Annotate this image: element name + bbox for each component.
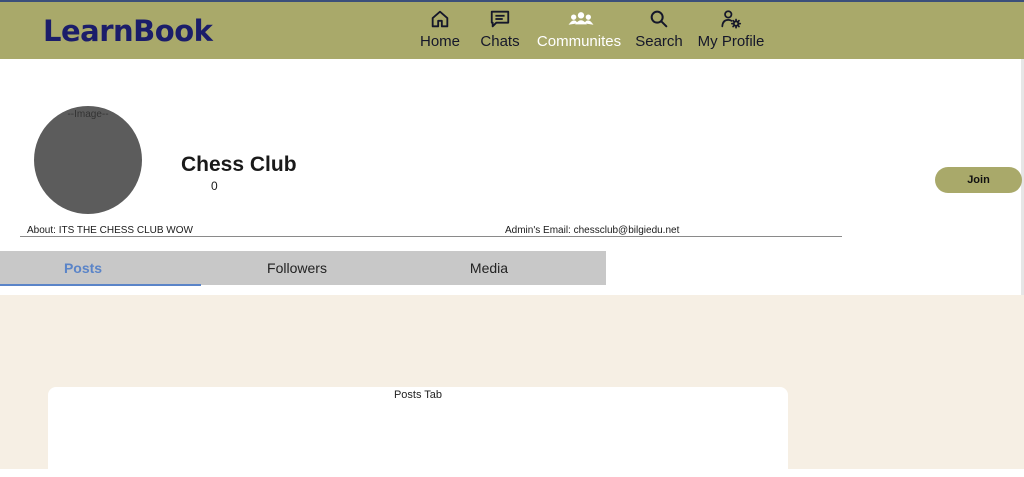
nav-item-chats[interactable]: Chats	[480, 8, 520, 56]
club-name: Chess Club	[181, 153, 297, 176]
nav-item-communities[interactable]: Communites	[536, 8, 622, 56]
join-button[interactable]: Join	[935, 167, 1022, 193]
club-avatar: --Image--	[34, 106, 142, 214]
nav-label-chats: Chats	[480, 33, 520, 50]
member-count: 0	[211, 179, 218, 193]
nav-label-communities: Communites	[536, 33, 622, 50]
chat-icon	[489, 8, 511, 30]
tab-media[interactable]: Media	[393, 251, 585, 285]
posts-card: Posts Tab	[48, 387, 788, 477]
nav-item-my-profile[interactable]: My Profile	[698, 8, 764, 56]
nav-item-home[interactable]: Home	[420, 8, 460, 56]
posts-card-title: Posts Tab	[393, 389, 443, 401]
club-about: About: ITS THE CHESS CLUB WOW	[27, 225, 193, 236]
nav-label-my-profile: My Profile	[697, 33, 765, 50]
tab-followers[interactable]: Followers	[201, 251, 393, 285]
admin-email: Admin's Email: chessclub@bilgiedu.net	[505, 225, 680, 236]
profile-settings-icon	[720, 8, 742, 30]
app-logo[interactable]: LearnBook	[43, 14, 213, 48]
community-icon	[568, 8, 594, 30]
top-navbar: LearnBook Home Chats Communites Search M…	[0, 2, 1024, 59]
nav-label-search: Search	[635, 33, 683, 50]
nav-label-home: Home	[420, 33, 461, 50]
nav-item-search[interactable]: Search	[635, 8, 683, 56]
club-tabs: Posts Followers Media	[0, 251, 606, 286]
home-icon	[429, 8, 451, 30]
tab-posts[interactable]: Posts	[0, 251, 201, 286]
avatar-alt-text: --Image--	[67, 109, 109, 120]
info-divider	[20, 236, 842, 237]
search-icon	[648, 8, 670, 30]
